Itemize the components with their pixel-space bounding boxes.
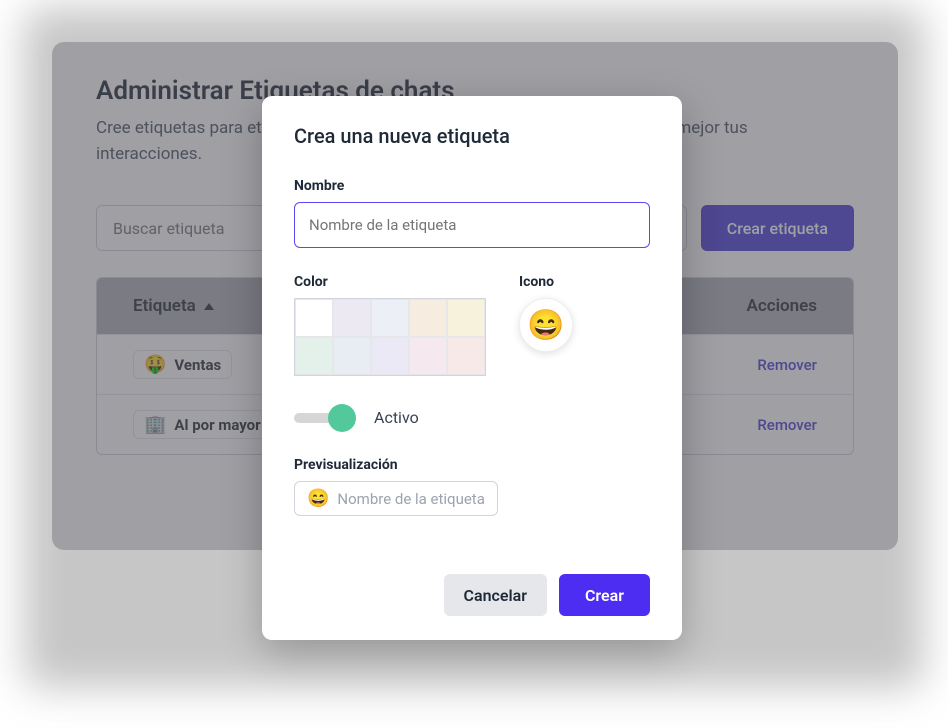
- preview-chip: 😄 Nombre de la etiqueta: [294, 481, 498, 516]
- wink-face-icon: 😄: [307, 488, 329, 509]
- color-swatch[interactable]: [409, 337, 447, 375]
- color-swatch[interactable]: [295, 299, 333, 337]
- active-toggle-label: Activo: [374, 408, 419, 427]
- color-swatch-grid: [294, 298, 486, 376]
- active-toggle[interactable]: [294, 413, 356, 423]
- name-input[interactable]: [294, 202, 650, 248]
- cancel-button[interactable]: Cancelar: [444, 574, 547, 616]
- color-swatch[interactable]: [447, 299, 485, 337]
- color-swatch[interactable]: [371, 299, 409, 337]
- modal-title: Crea una nueva etiqueta: [294, 124, 650, 148]
- wink-face-icon: 😄: [527, 308, 564, 343]
- create-button[interactable]: Crear: [559, 574, 650, 616]
- preview-text: Nombre de la etiqueta: [337, 490, 484, 508]
- color-swatch[interactable]: [295, 337, 333, 375]
- icon-label: Icono: [519, 274, 573, 290]
- color-label: Color: [294, 274, 489, 290]
- color-swatch[interactable]: [333, 299, 371, 337]
- toggle-knob: [328, 404, 356, 432]
- icon-picker-button[interactable]: 😄: [519, 298, 573, 352]
- create-tag-modal: Crea una nueva etiqueta Nombre Color Ico…: [262, 96, 682, 640]
- name-label: Nombre: [294, 178, 650, 194]
- color-swatch[interactable]: [409, 299, 447, 337]
- color-swatch[interactable]: [447, 337, 485, 375]
- color-swatch[interactable]: [371, 337, 409, 375]
- preview-label: Previsualización: [294, 457, 650, 473]
- color-swatch[interactable]: [333, 337, 371, 375]
